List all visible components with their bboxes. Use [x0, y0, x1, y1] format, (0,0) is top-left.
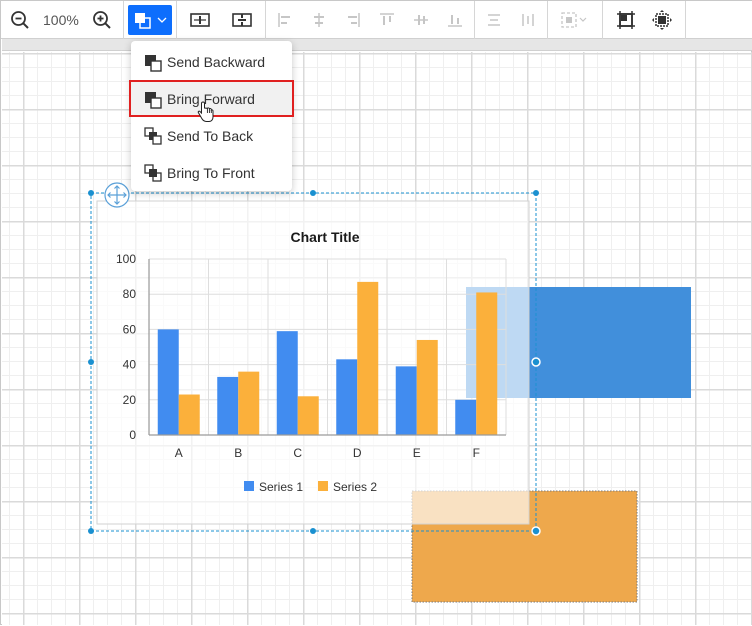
- resize-handle-middle-left[interactable]: [88, 359, 94, 365]
- x-tick-label: E: [413, 446, 421, 460]
- resize-handle-top-left[interactable]: [88, 190, 94, 196]
- legend-swatch: [244, 481, 254, 491]
- menu-item-label: Bring To Front: [167, 164, 255, 181]
- menu-item-bring-to-front[interactable]: Bring To Front: [131, 154, 292, 191]
- bar-series-2-c: [297, 396, 319, 435]
- bar-series-1-c: [276, 331, 298, 435]
- send-to-back-icon: [144, 126, 162, 145]
- bar-series-2-a: [178, 394, 200, 435]
- diagram-editor: 100% Chart Title 0 20 40 60 80 100 A B C…: [0, 0, 752, 625]
- bar-series-1-f: [455, 399, 477, 435]
- legend-label: Series 2: [333, 480, 377, 494]
- resize-handle-bottom-right[interactable]: [531, 526, 541, 536]
- send-backward-icon: [145, 54, 162, 72]
- y-tick-label: 60: [123, 322, 137, 336]
- resize-handle-bottom-left[interactable]: [88, 528, 94, 534]
- menu-item-label: Send To Back: [167, 127, 254, 144]
- resize-handle-middle-right[interactable]: [531, 357, 541, 367]
- resize-handle-bottom-center[interactable]: [310, 528, 316, 534]
- chart-node[interactable]: Chart Title 0 20 40 60 80 100 A B C D E F Series 1 S…: [96, 200, 530, 525]
- bar-series-1-a: [157, 329, 179, 435]
- x-tick-label: F: [473, 446, 480, 460]
- legend-swatch: [318, 481, 328, 491]
- bar-series-2-e: [416, 339, 438, 435]
- x-tick-label: C: [293, 446, 302, 460]
- resize-handle-top-right[interactable]: [533, 190, 539, 196]
- hand-cursor-icon: [197, 101, 214, 122]
- legend-label: Series 1: [259, 480, 303, 494]
- move-handle[interactable]: [104, 182, 130, 208]
- bar-series-2-d: [357, 281, 379, 435]
- menu-item-send-backward[interactable]: Send Backward: [131, 43, 292, 80]
- bar-series-1-d: [336, 359, 358, 435]
- bar-series-2-b: [238, 371, 260, 435]
- x-tick-label: A: [175, 446, 183, 460]
- bring-to-front-icon: [144, 163, 162, 182]
- x-tick-label: D: [353, 446, 362, 460]
- y-tick-label: 0: [129, 428, 136, 442]
- y-tick-label: 80: [123, 287, 137, 301]
- menu-item-label: Send Backward: [167, 53, 266, 70]
- chart-title: Chart Title: [291, 229, 360, 245]
- bar-series-1-e: [395, 366, 417, 435]
- bring-forward-icon: [145, 91, 162, 109]
- diagram-scene: Chart Title 0 20 40 60 80 100 A B C D E F Series 1 S…: [88, 182, 691, 603]
- y-tick-label: 20: [123, 393, 137, 407]
- y-tick-label: 100: [116, 252, 136, 266]
- resize-handle-top-center[interactable]: [310, 190, 316, 196]
- y-tick-label: 40: [123, 358, 137, 372]
- bar-series-2-f: [476, 292, 498, 435]
- x-tick-label: B: [234, 446, 242, 460]
- bar-series-1-b: [217, 376, 239, 435]
